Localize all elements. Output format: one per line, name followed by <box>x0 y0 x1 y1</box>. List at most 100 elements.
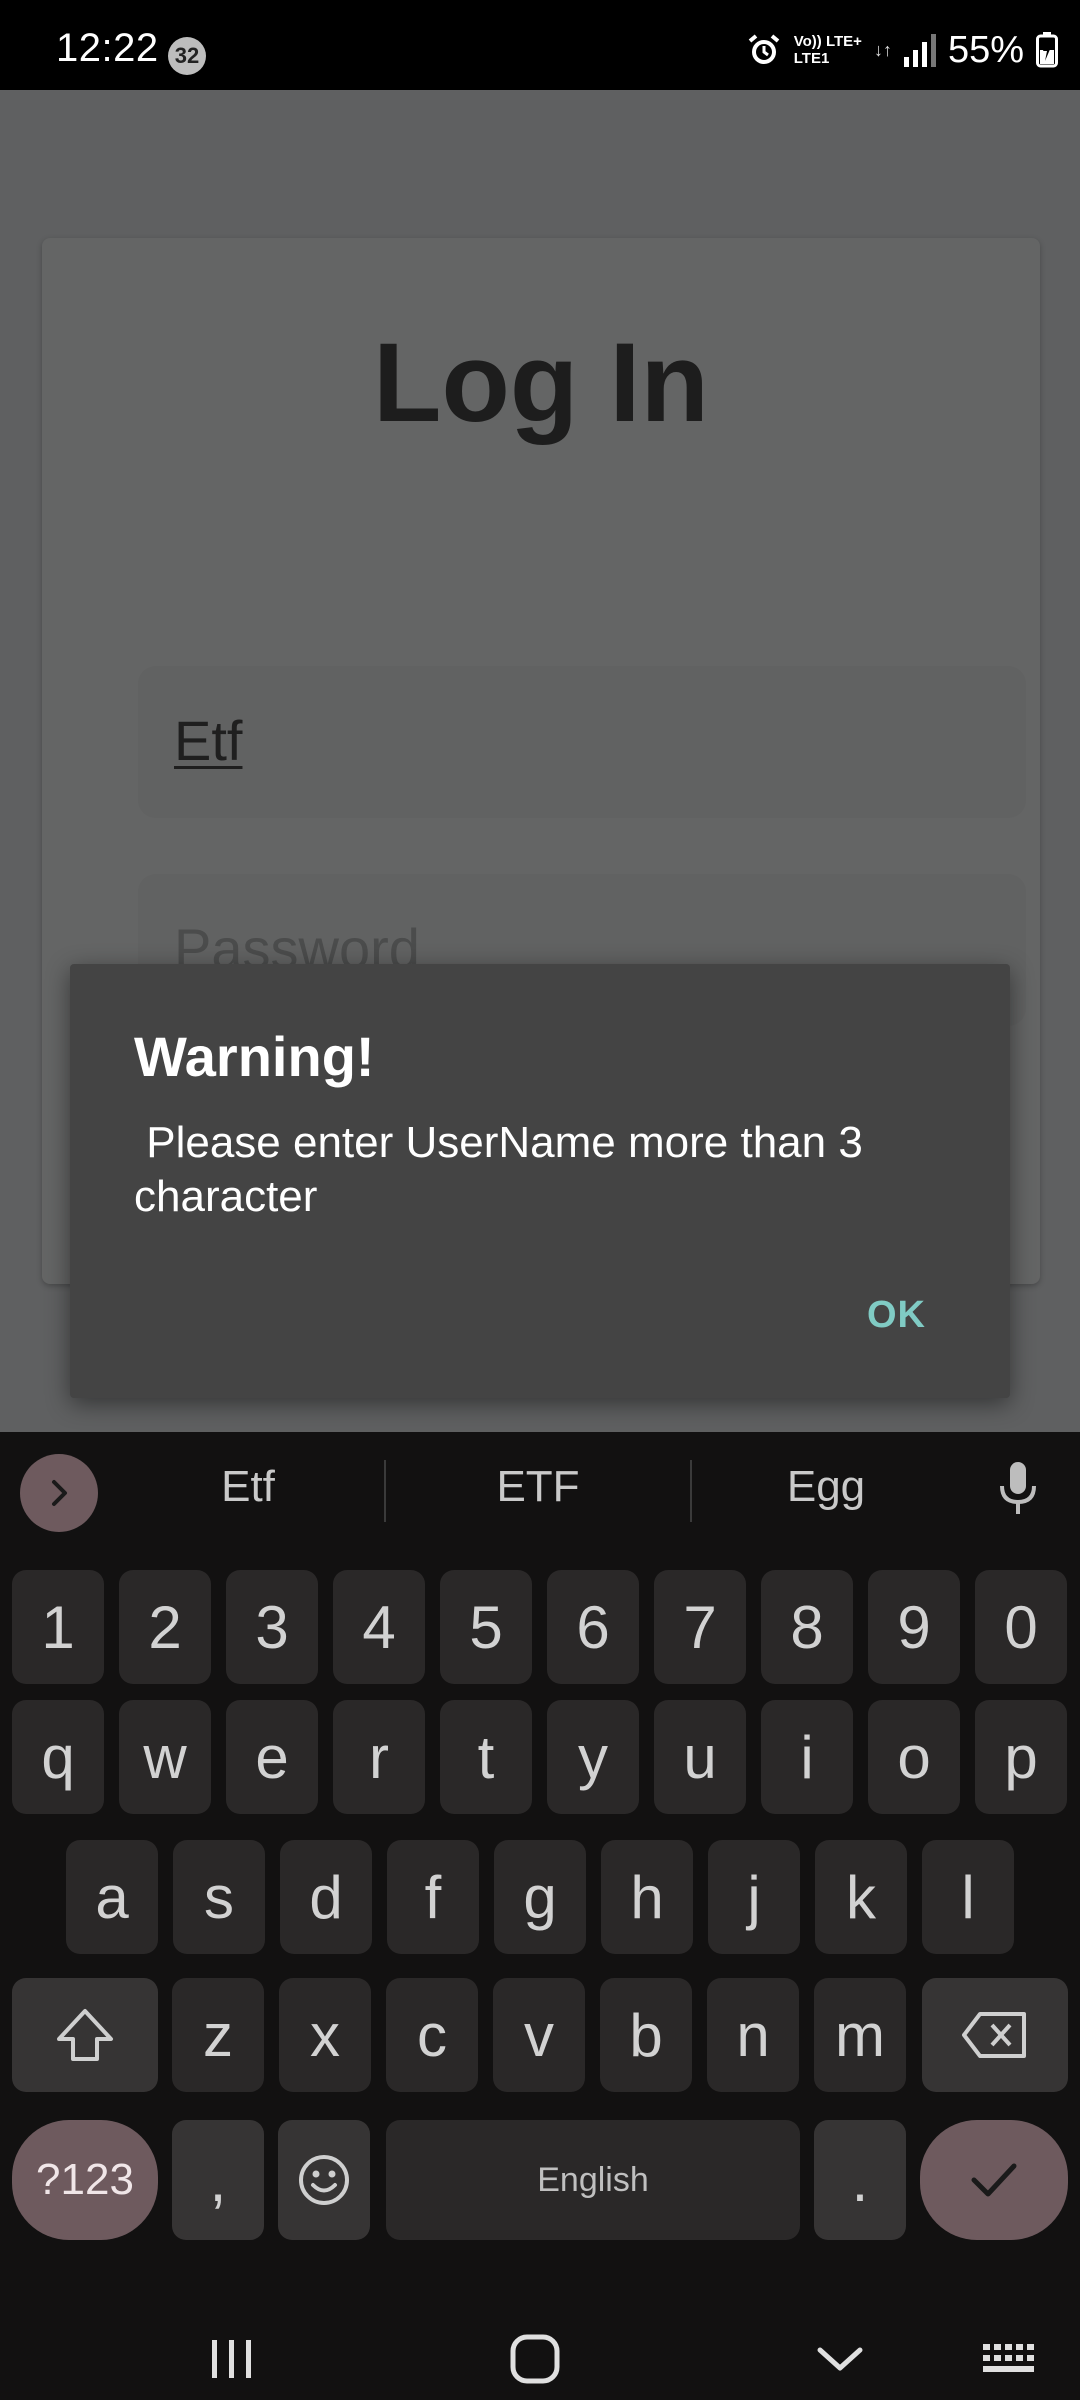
letter-key-z[interactable]: z <box>172 1978 264 2092</box>
key-label: 9 <box>897 1593 931 1661</box>
letter-key-l[interactable]: l <box>922 1840 1014 1954</box>
letter-key-k[interactable]: k <box>815 1840 907 1954</box>
key-label: 5 <box>469 1593 503 1661</box>
status-icons: Vo)) LTE+ LTE1 ↓↑ 55% <box>746 28 1058 72</box>
key-label: e <box>255 1723 289 1791</box>
home-icon[interactable] <box>490 2318 580 2400</box>
symbols-key[interactable]: ?123 <box>12 2120 158 2240</box>
letter-key-o[interactable]: o <box>868 1700 960 1814</box>
number-key-6[interactable]: 6 <box>547 1570 639 1684</box>
letter-key-w[interactable]: w <box>119 1700 211 1814</box>
username-field[interactable]: Etf <box>138 666 1026 818</box>
number-key-1[interactable]: 1 <box>12 1570 104 1684</box>
letter-key-a[interactable]: a <box>66 1840 158 1954</box>
key-label: y <box>578 1723 608 1791</box>
network-indicator: Vo)) LTE+ LTE1 <box>794 33 862 67</box>
suggestion-divider <box>690 1460 692 1522</box>
keyboard-icon[interactable] <box>966 2318 1054 2400</box>
space-key[interactable]: English <box>386 2120 800 2240</box>
letter-key-p[interactable]: p <box>975 1700 1067 1814</box>
letter-key-j[interactable]: j <box>708 1840 800 1954</box>
period-key-label: . <box>851 2146 869 2214</box>
mic-icon[interactable] <box>990 1458 1046 1523</box>
letter-key-q[interactable]: q <box>12 1700 104 1814</box>
backspace-icon <box>962 2012 1026 2058</box>
key-label: d <box>309 1863 343 1931</box>
checkmark-icon <box>971 2163 1017 2197</box>
suggestion-strip: Etf ETF Egg <box>0 1432 1080 1550</box>
letter-key-v[interactable]: v <box>493 1978 585 2092</box>
suggestion-1[interactable]: Etf <box>148 1462 348 1512</box>
key-label: 8 <box>790 1593 824 1661</box>
number-key-9[interactable]: 9 <box>868 1570 960 1684</box>
letter-key-c[interactable]: c <box>386 1978 478 2092</box>
letter-key-i[interactable]: i <box>761 1700 853 1814</box>
number-key-3[interactable]: 3 <box>226 1570 318 1684</box>
suggestion-2[interactable]: ETF <box>438 1462 638 1512</box>
comma-key[interactable]: , <box>172 2120 264 2240</box>
number-key-5[interactable]: 5 <box>440 1570 532 1684</box>
backspace-key[interactable] <box>922 1978 1068 2092</box>
key-label: o <box>897 1723 931 1791</box>
letter-key-n[interactable]: n <box>707 1978 799 2092</box>
letter-key-m[interactable]: m <box>814 1978 906 2092</box>
enter-key[interactable] <box>920 2120 1068 2240</box>
comma-key-label: , <box>209 2146 227 2214</box>
letter-key-u[interactable]: u <box>654 1700 746 1814</box>
shift-key[interactable] <box>12 1978 158 2092</box>
letter-key-y[interactable]: y <box>547 1700 639 1814</box>
key-label: n <box>736 2001 770 2069</box>
emoji-key[interactable] <box>278 2120 370 2240</box>
key-label: u <box>683 1723 717 1791</box>
username-value: Etf <box>174 709 243 772</box>
back-chevron-icon[interactable] <box>800 2318 880 2400</box>
number-key-8[interactable]: 8 <box>761 1570 853 1684</box>
letter-key-f[interactable]: f <box>387 1840 479 1954</box>
key-label: j <box>747 1863 761 1931</box>
dialog-message: Please enter UserName more than 3 charac… <box>134 1118 863 1221</box>
key-label: 0 <box>1004 1593 1038 1661</box>
key-label: 1 <box>41 1593 75 1661</box>
letter-key-h[interactable]: h <box>601 1840 693 1954</box>
letter-key-s[interactable]: s <box>173 1840 265 1954</box>
letter-key-t[interactable]: t <box>440 1700 532 1814</box>
letter-key-r[interactable]: r <box>333 1700 425 1814</box>
recents-icon[interactable] <box>190 2318 274 2400</box>
letter-key-b[interactable]: b <box>600 1978 692 2092</box>
period-key[interactable]: . <box>814 2120 906 2240</box>
key-label: h <box>630 1863 664 1931</box>
key-label: 6 <box>576 1593 610 1661</box>
number-key-4[interactable]: 4 <box>333 1570 425 1684</box>
key-label: f <box>424 1863 442 1931</box>
warning-dialog: Warning! Please enter UserName more than… <box>70 964 1010 1398</box>
key-label: m <box>835 2001 885 2069</box>
key-label: c <box>417 2001 447 2069</box>
emoji-icon <box>299 2155 349 2205</box>
number-key-7[interactable]: 7 <box>654 1570 746 1684</box>
suggestion-3[interactable]: Egg <box>726 1462 926 1512</box>
key-label: p <box>1004 1723 1038 1791</box>
key-label: 4 <box>362 1593 396 1661</box>
key-label: q <box>41 1723 75 1791</box>
number-key-2[interactable]: 2 <box>119 1570 211 1684</box>
network-label-top: Vo)) LTE+ <box>793 33 862 50</box>
suggestion-divider <box>384 1460 386 1522</box>
letter-key-e[interactable]: e <box>226 1700 318 1814</box>
letter-key-x[interactable]: x <box>279 1978 371 2092</box>
letter-key-d[interactable]: d <box>280 1840 372 1954</box>
data-arrows: ↓↑ <box>873 40 892 60</box>
space-key-label: English <box>537 2160 649 2199</box>
key-label: t <box>477 1723 495 1791</box>
ok-button[interactable]: OK <box>867 1294 926 1337</box>
signal-icon <box>903 33 936 67</box>
key-label: 3 <box>255 1593 289 1661</box>
key-label: k <box>846 1863 876 1931</box>
number-key-0[interactable]: 0 <box>975 1570 1067 1684</box>
page-title: Log In <box>373 320 709 445</box>
key-label: x <box>310 2001 340 2069</box>
key-label: i <box>800 1723 814 1791</box>
dialog-title: Warning! <box>134 1025 375 1088</box>
key-label: b <box>629 2001 663 2069</box>
letter-key-g[interactable]: g <box>494 1840 586 1954</box>
chevron-right-icon[interactable] <box>20 1454 98 1532</box>
